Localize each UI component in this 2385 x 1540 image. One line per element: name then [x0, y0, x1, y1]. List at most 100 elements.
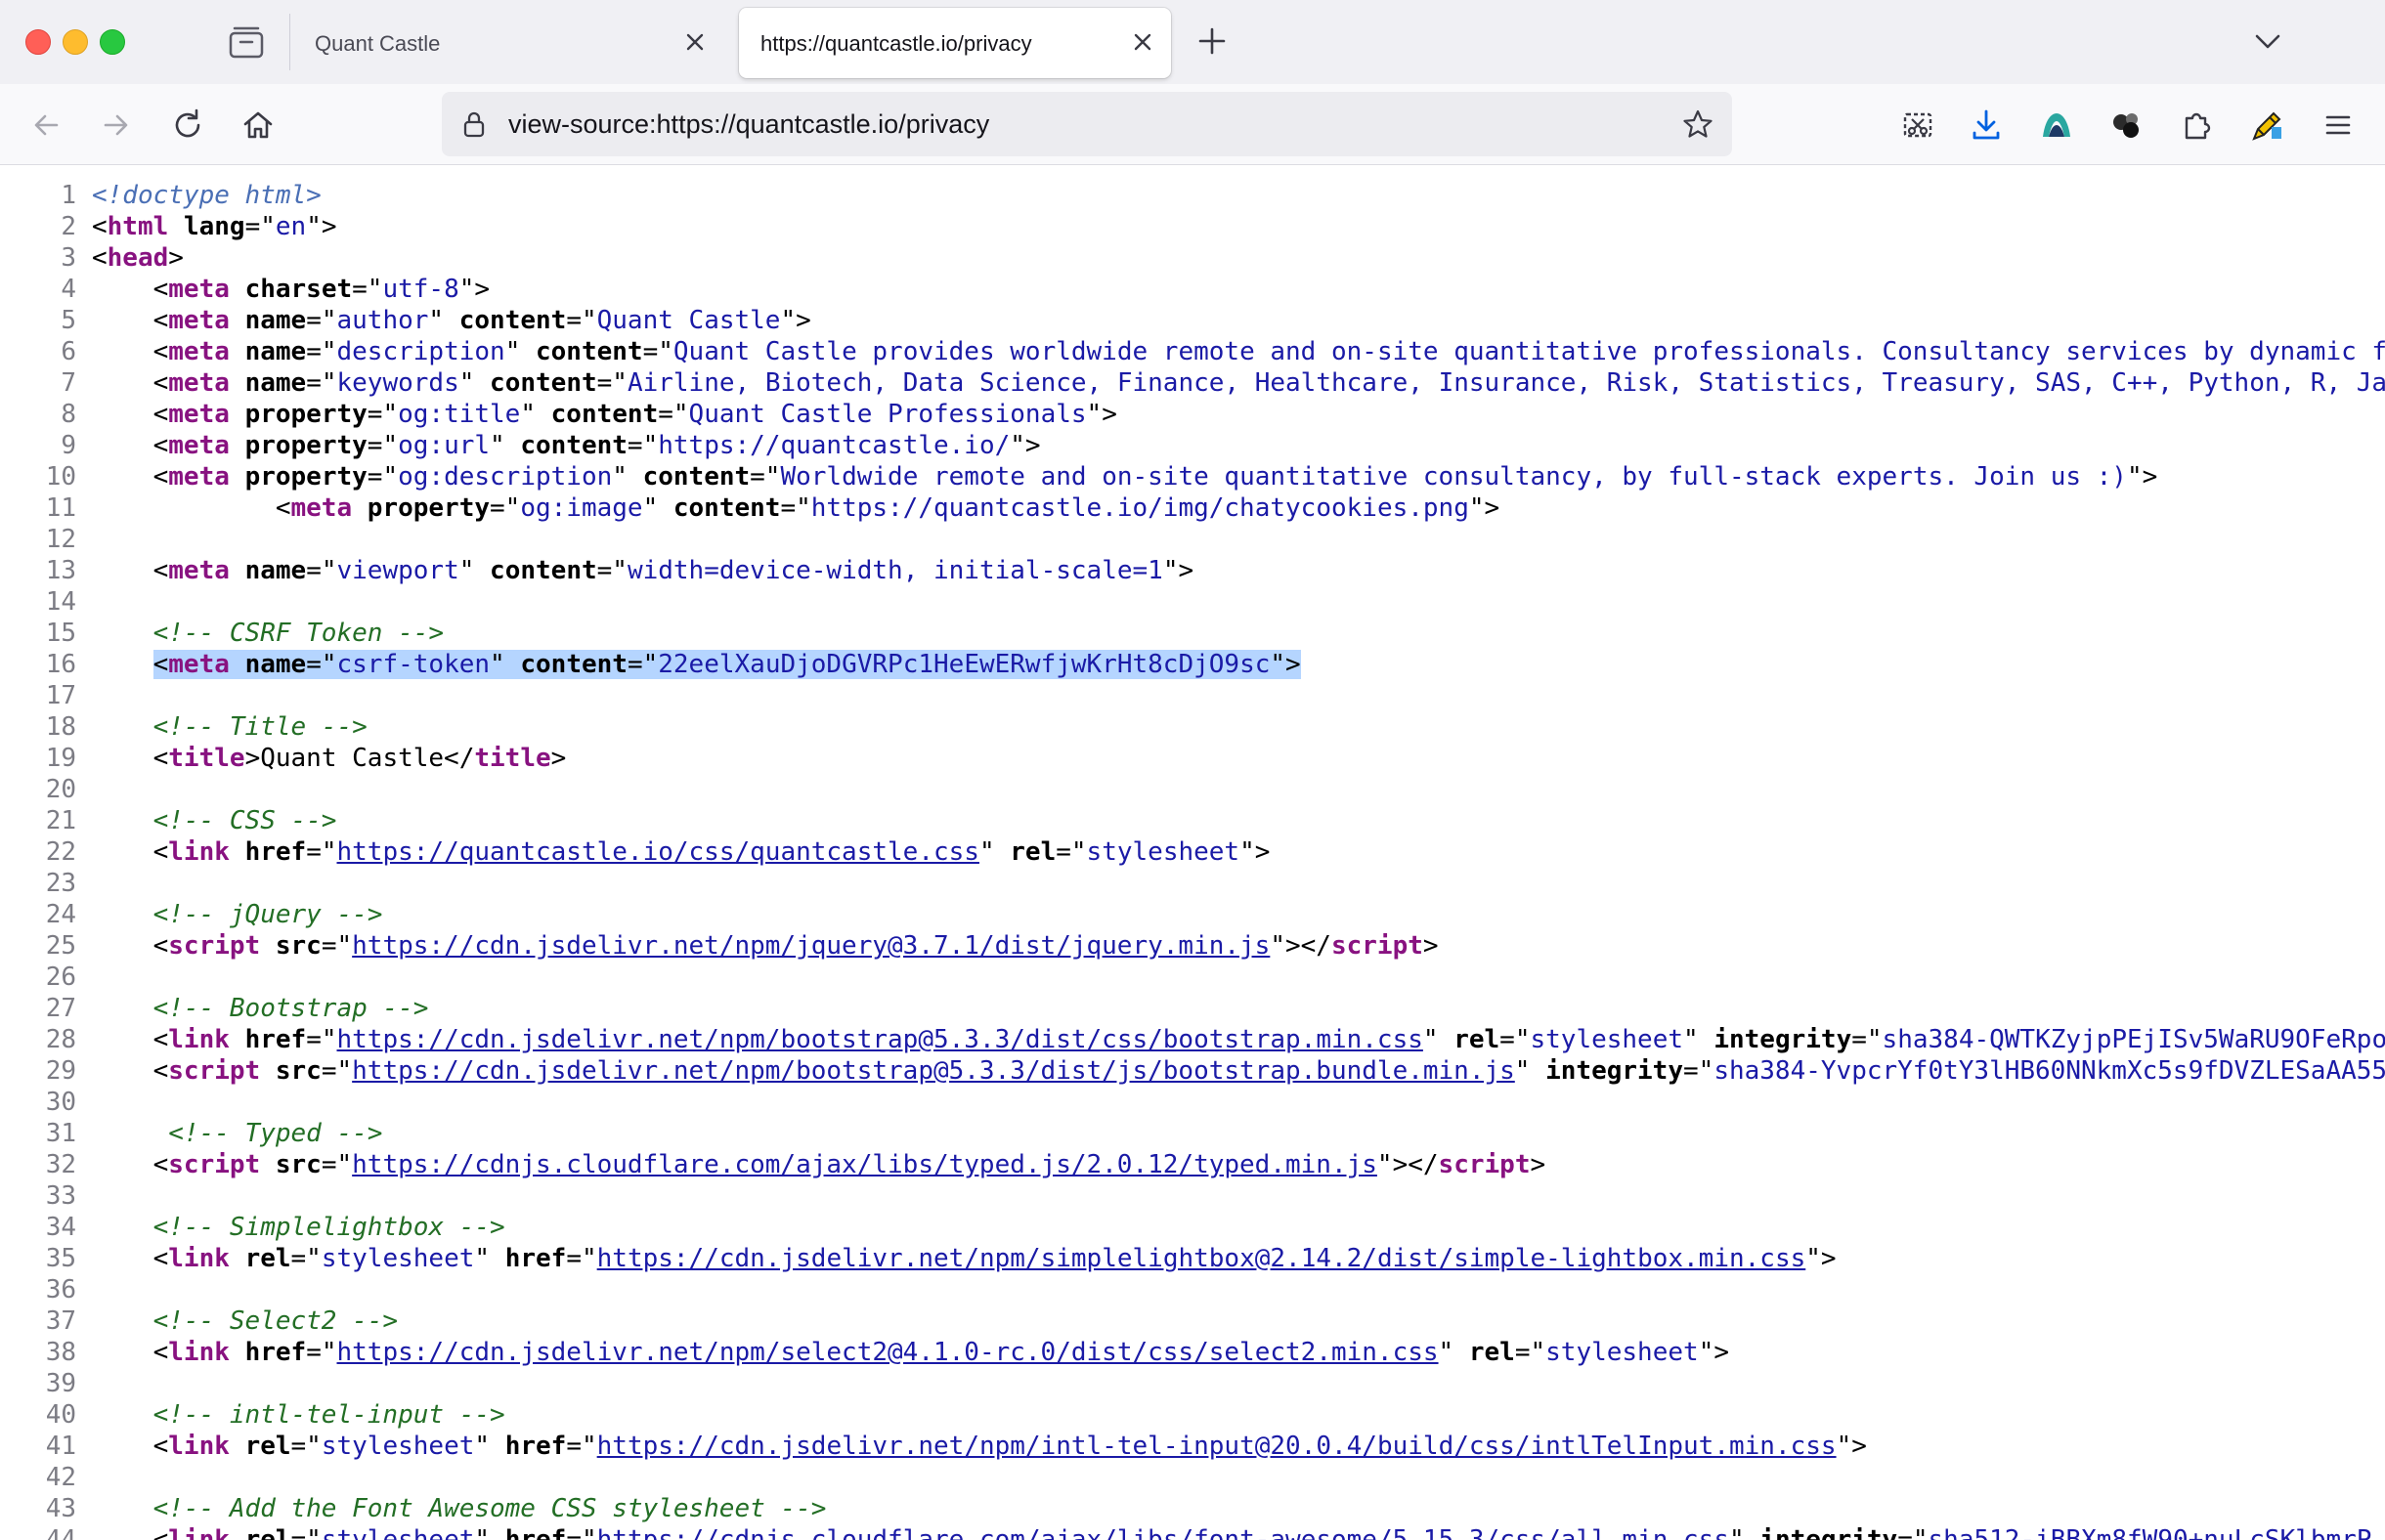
code-punctuation: "	[474, 1525, 505, 1540]
chevron-down-icon[interactable]	[2250, 23, 2285, 59]
source-line: 44 <link rel="stylesheet" href="https://…	[0, 1524, 2385, 1540]
line-code: <meta name="author" content="Quant Castl…	[92, 305, 811, 336]
plus-icon[interactable]	[1194, 23, 1230, 59]
line-number: 33	[45, 1181, 76, 1211]
code-punctuation	[92, 994, 153, 1023]
extension-logo-icon[interactable]	[2037, 106, 2076, 145]
attribute-name: href	[244, 1025, 307, 1054]
code-punctuation: "	[428, 306, 459, 335]
tab-quant-castle[interactable]: Quant Castle	[293, 8, 723, 78]
puzzle-icon[interactable]	[2178, 106, 2217, 145]
code-punctuation: "	[1438, 1338, 1469, 1367]
source-line: 15 <!-- CSRF Token -->	[0, 618, 2385, 649]
line-number: 1	[61, 181, 76, 210]
code-punctuation: <	[92, 931, 169, 961]
attribute-value: Quant Castle provides worldwide remote a…	[672, 337, 2385, 366]
hamburger-menu-icon[interactable]	[2319, 106, 2358, 145]
code-punctuation: ="	[1897, 1525, 1929, 1540]
tab-privacy[interactable]: https://quantcastle.io/privacy	[739, 8, 1171, 78]
window-zoom-button[interactable]	[100, 29, 125, 55]
source-link[interactable]: https://cdn.jsdelivr.net/npm/jquery@3.7.…	[352, 931, 1270, 961]
line-number: 23	[45, 869, 76, 898]
attribute-value: Quant Castle Professionals	[688, 400, 1087, 429]
source-line: 16 <meta name="csrf-token" content="22ee…	[0, 649, 2385, 680]
attribute-name: integrity	[1545, 1056, 1683, 1086]
source-line: 34 <!-- Simplelightbox -->	[0, 1212, 2385, 1243]
code-punctuation: ">	[1086, 400, 1117, 429]
line-code: <!doctype html>	[92, 180, 322, 211]
code-punctuation: <	[92, 1244, 169, 1273]
code-punctuation: <	[92, 837, 169, 867]
code-punctuation: "	[1422, 1025, 1454, 1054]
source-line: 10 <meta property="og:description" conte…	[0, 461, 2385, 492]
line-number: 13	[45, 556, 76, 585]
attribute-name: content	[520, 431, 628, 460]
screenshot-icon[interactable]	[1898, 106, 1937, 145]
attribute-value: og:url	[398, 431, 491, 460]
line-code: <!-- intl-tel-input -->	[92, 1399, 505, 1431]
code-punctuation: ="	[566, 1432, 597, 1461]
source-link[interactable]: https://cdnjs.cloudflare.com/ajax/libs/f…	[597, 1525, 1729, 1540]
line-number: 20	[45, 775, 76, 804]
line-code: <!-- Select2 -->	[92, 1305, 398, 1337]
attribute-name: content	[490, 368, 597, 398]
source-link[interactable]: https://cdn.jsdelivr.net/npm/bootstrap@5…	[337, 1025, 1423, 1054]
back-arrow-icon[interactable]	[27, 106, 66, 145]
code-punctuation: ="	[306, 368, 337, 398]
attribute-name: lang	[183, 212, 245, 241]
tag-name: meta	[168, 650, 230, 679]
source-line: 4 <meta charset="utf-8">	[0, 274, 2385, 305]
window-close-button[interactable]	[25, 29, 51, 55]
code-comment: <!-- CSRF Token -->	[152, 619, 445, 648]
tag-name: meta	[290, 493, 353, 523]
reload-icon[interactable]	[168, 106, 207, 145]
lock-icon[interactable]	[459, 109, 489, 139]
url-text[interactable]: view-source:https://quantcastle.io/priva…	[508, 109, 989, 140]
close-icon[interactable]	[680, 27, 710, 57]
line-code: <link href="https://cdn.jsdelivr.net/npm…	[92, 1024, 2385, 1055]
close-icon[interactable]	[1128, 27, 1157, 57]
pencil-extension-icon[interactable]	[2248, 106, 2287, 145]
page-source-view: 1 <!doctype html> 2 <html lang="en"> 3 <head>…	[0, 180, 2385, 1540]
attribute-name: name	[244, 556, 307, 585]
code-punctuation: ="	[627, 650, 659, 679]
tab-manager-icon[interactable]	[227, 25, 266, 61]
source-link[interactable]: https://cdn.jsdelivr.net/npm/intl-tel-in…	[597, 1432, 1837, 1461]
code-punctuation: <	[92, 1525, 169, 1540]
code-comment: <!-- Add the Font Awesome CSS stylesheet…	[152, 1494, 827, 1523]
source-link[interactable]: https://cdn.jsdelivr.net/npm/simplelight…	[597, 1244, 1806, 1273]
attribute-name: content	[536, 337, 643, 366]
code-punctuation: ="	[321, 931, 353, 961]
line-number: 38	[45, 1338, 76, 1367]
star-icon[interactable]	[1681, 107, 1714, 141]
attribute-value: og:image	[520, 493, 643, 523]
line-code: <script src="https://cdnjs.cloudflare.co…	[92, 1149, 1546, 1180]
code-punctuation: "	[612, 462, 643, 492]
code-punctuation: ="	[321, 1150, 353, 1179]
line-number: 6	[61, 337, 76, 366]
forward-arrow-icon[interactable]	[96, 106, 135, 145]
code-punctuation: ="	[352, 275, 383, 304]
source-link[interactable]: https://cdn.jsdelivr.net/npm/select2@4.1…	[337, 1338, 1439, 1367]
source-link[interactable]: https://cdnjs.cloudflare.com/ajax/libs/t…	[352, 1150, 1377, 1179]
download-icon[interactable]	[1967, 106, 2006, 145]
address-bar[interactable]: view-source:https://quantcastle.io/priva…	[442, 92, 1732, 156]
extension-dots-icon[interactable]	[2107, 106, 2146, 145]
attribute-value: Worldwide remote and on-site quantitativ…	[780, 462, 2127, 492]
line-code: <!-- Add the Font Awesome CSS stylesheet…	[92, 1493, 827, 1524]
code-punctuation: ="	[1056, 837, 1087, 867]
line-code: <script src="https://cdn.jsdelivr.net/np…	[92, 930, 1439, 962]
code-punctuation: <	[92, 1338, 169, 1367]
source-line: 41 <link rel="stylesheet" href="https://…	[0, 1431, 2385, 1462]
source-line: 13 <meta name="viewport" content="width=…	[0, 555, 2385, 586]
home-icon[interactable]	[238, 106, 278, 145]
tag-name: link	[168, 1432, 230, 1461]
code-punctuation: ="	[780, 493, 811, 523]
source-line: 7 <meta name="keywords" content="Airline…	[0, 367, 2385, 399]
source-link[interactable]: https://cdn.jsdelivr.net/npm/bootstrap@5…	[352, 1056, 1515, 1086]
code-punctuation	[92, 1119, 168, 1148]
window-minimize-button[interactable]	[63, 29, 88, 55]
line-code: <meta name="keywords" content="Airline, …	[92, 367, 2385, 399]
source-link[interactable]: https://quantcastle.io/css/quantcastle.c…	[337, 837, 979, 867]
line-number: 43	[45, 1494, 76, 1523]
